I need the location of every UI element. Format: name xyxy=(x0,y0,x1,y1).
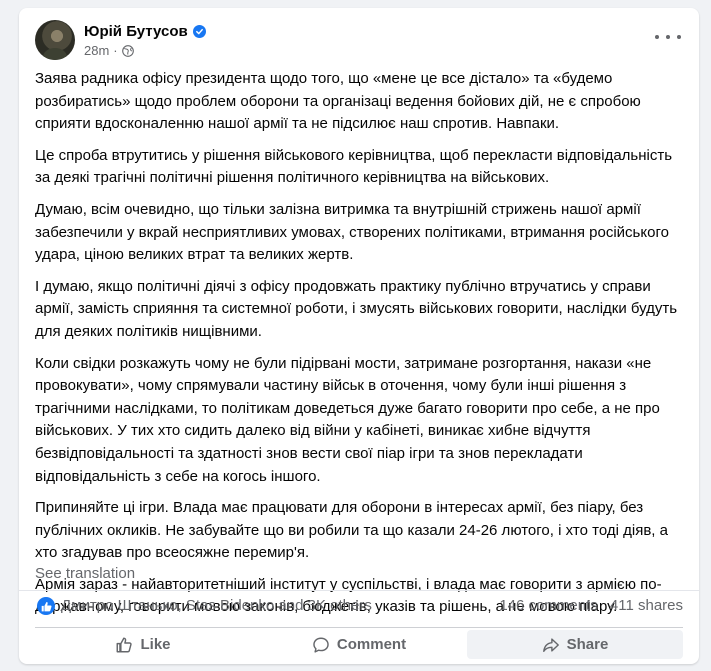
like-button[interactable]: Like xyxy=(35,630,251,659)
reaction-stats-bar: Дмитро Штанько, Stas Bidenko and 3K othe… xyxy=(19,590,699,620)
more-options-icon[interactable] xyxy=(655,28,681,46)
separator-dot: · xyxy=(113,42,118,58)
reactions-names[interactable]: Дмитро Штанько, Stas Bidenko and 3K othe… xyxy=(61,597,372,615)
post-paragraph: Коли свідки розкажуть чому не були підір… xyxy=(35,354,660,485)
post-time[interactable]: 28m xyxy=(84,43,109,59)
like-reaction-icon xyxy=(37,597,55,615)
post-header: Юрій Бутусов 28m · xyxy=(35,20,206,60)
globe-icon[interactable] xyxy=(121,44,134,57)
post-paragraph: Думаю, всім очевидно, що тільки залізна … xyxy=(35,200,669,264)
avatar[interactable] xyxy=(35,20,75,60)
reactions-summary[interactable]: Дмитро Штанько, Stas Bidenko and 3K othe… xyxy=(37,597,372,615)
post-timestamp-row: 28m · xyxy=(84,43,206,59)
post-paragraph: Це спроба втрутитись у рішення військово… xyxy=(35,146,673,187)
post-actions-bar: Like Comment Share xyxy=(35,627,683,659)
comment-label: Comment xyxy=(336,636,407,653)
author-meta: Юрій Бутусов 28m · xyxy=(84,22,206,59)
post-paragraph: І думаю, якщо політичні діячі з офісу пр… xyxy=(35,277,678,340)
comment-icon xyxy=(313,637,329,653)
share-icon xyxy=(542,637,559,652)
verified-badge-icon xyxy=(192,24,206,38)
post-text: Заява радника офісу президента щодо того… xyxy=(35,68,687,628)
comments-count[interactable]: 146 comments xyxy=(499,597,597,614)
author-row: Юрій Бутусов xyxy=(84,22,206,41)
comment-button[interactable]: Comment xyxy=(251,630,467,659)
shares-count[interactable]: 411 shares xyxy=(610,597,683,614)
post-paragraph: Припиняйте ці ігри. Влада має працювати … xyxy=(35,499,668,562)
engagement-counts: 146 comments 411 shares xyxy=(499,597,683,615)
like-label: Like xyxy=(140,636,171,653)
see-translation-link[interactable]: See translation xyxy=(35,564,135,584)
thumbs-up-icon xyxy=(117,637,133,652)
share-button[interactable]: Share xyxy=(467,630,683,659)
share-label: Share xyxy=(566,636,609,653)
post-card: Юрій Бутусов 28m · Заява радника офісу п xyxy=(19,8,699,664)
author-name[interactable]: Юрій Бутусов xyxy=(84,22,188,41)
post-paragraph: Заява радника офісу президента щодо того… xyxy=(35,70,641,133)
